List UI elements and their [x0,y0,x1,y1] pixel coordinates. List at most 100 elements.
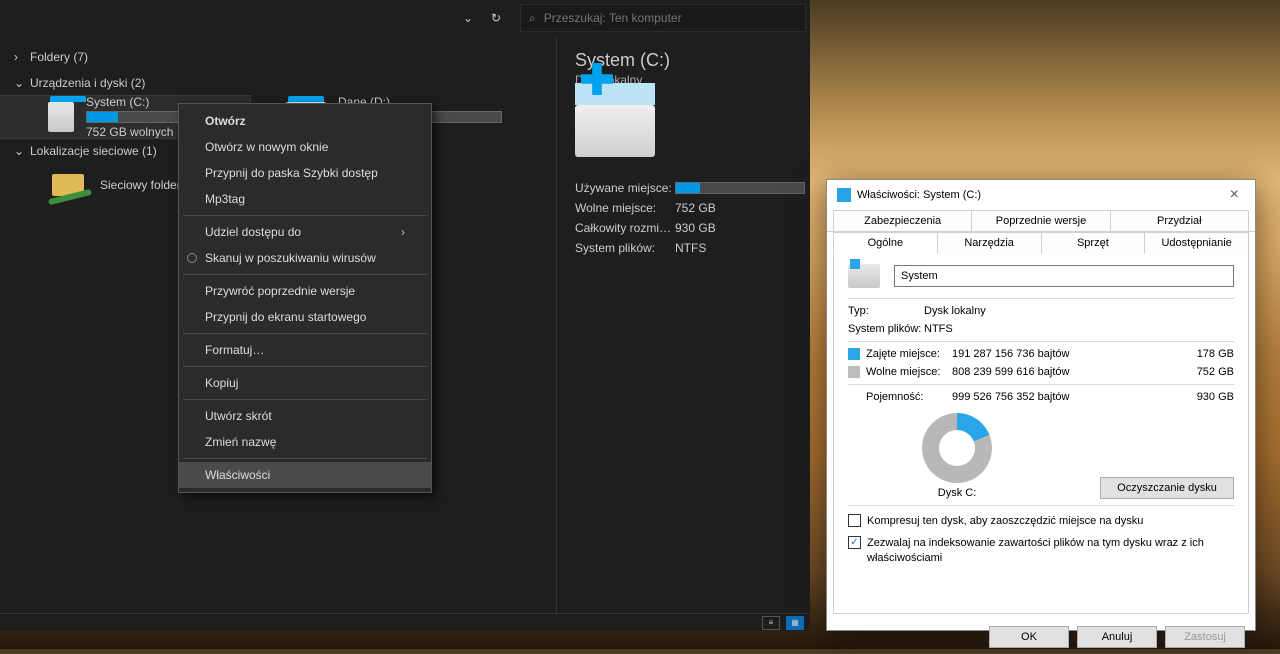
capacity-gb: 930 GB [1174,391,1234,403]
tab-quota[interactable]: Przydział [1110,210,1249,231]
separator [848,384,1234,385]
compress-label: Kompresuj ten dysk, aby zaoszczędzić mie… [867,514,1143,528]
type-label: Typ: [848,305,924,317]
preview-drive-icon [575,105,655,157]
apply-button[interactable]: Zastosuj [1165,626,1245,648]
drive-info: Sieciowy folder [100,178,181,192]
view-details-button[interactable]: ≡ [762,616,780,630]
index-checkbox[interactable]: ✓ Zezwalaj na indeksowanie zawartości pl… [848,536,1234,565]
ctx-create-shortcut[interactable]: Utwórz skrót [179,403,431,429]
free-bytes: 808 239 599 616 bajtów [952,366,1174,378]
stat-fs-label: System plików: [575,241,675,255]
ctx-separator [183,274,427,275]
index-label: Zezwalaj na indeksowanie zawartości plik… [867,536,1234,565]
drive-name-input[interactable] [894,265,1234,287]
tab-previous-versions[interactable]: Poprzednie wersje [971,210,1110,231]
chevron-right-icon: › [14,50,24,64]
ctx-format[interactable]: Formatuj… [179,337,431,363]
tab-security[interactable]: Zabezpieczenia [833,210,972,231]
stat-total-label: Całkowity rozmi… [575,221,675,235]
free-swatch [848,366,860,378]
disk-cleanup-button[interactable]: Oczyszczanie dysku [1100,477,1234,499]
compress-checkbox[interactable]: Kompresuj ten dysk, aby zaoszczędzić mie… [848,514,1234,528]
tab-row-bottom: Ogólne Narzędzia Sprzęt Udostępnianie [827,232,1255,254]
checkbox-icon: ✓ [848,536,861,549]
stat-free-value: 752 GB [675,201,805,215]
capacity-label: Pojemność: [866,391,952,403]
ctx-properties[interactable]: Właściwości [179,462,431,488]
address-bar[interactable]: ⌄ ↻ [4,4,514,32]
statusbar: ≡ ▦ [0,613,810,631]
stat-free-label: Wolne miejsce: [575,201,675,215]
tab-sharing[interactable]: Udostępnianie [1144,232,1249,254]
ok-button[interactable]: OK [989,626,1069,648]
tab-hardware[interactable]: Sprzęt [1041,232,1146,254]
free-gb: 752 GB [1174,366,1234,378]
group-label: Urządzenia i dyski (2) [30,76,145,90]
ctx-restore-versions[interactable]: Przywróć poprzednie wersje [179,278,431,304]
donut-row: Dysk C: Oczyszczanie dysku [848,413,1234,499]
ctx-separator [183,458,427,459]
chevron-right-icon: › [401,225,405,239]
capacity-row: Pojemność: 999 526 756 352 bajtów 930 GB [848,391,1234,403]
context-menu: Otwórz Otwórz w nowym oknie Przypnij do … [178,103,432,493]
separator [848,341,1234,342]
history-dropdown-icon[interactable]: ⌄ [456,6,480,30]
close-icon[interactable]: × [1224,186,1245,204]
ctx-separator [183,333,427,334]
fs-label: System plików: [848,323,924,335]
used-swatch [848,348,860,360]
stat-used-label: Używane miejsce: [575,181,675,195]
type-value: Dysk lokalny [924,305,1234,317]
used-gb: 178 GB [1174,348,1234,360]
capacity-bytes: 999 526 756 352 bajtów [952,391,1174,403]
group-folders[interactable]: › Foldery (7) [0,44,556,70]
fs-value: NTFS [924,323,1234,335]
free-label: Wolne miejsce: [866,366,952,378]
stat-fs-value: NTFS [675,241,805,255]
stat-total-value: 930 GB [675,221,805,235]
tab-general[interactable]: Ogólne [833,232,938,254]
stat-used-bar [675,182,805,194]
tab-row-top: Zabezpieczenia Poprzednie wersje Przydzi… [827,210,1255,232]
ctx-separator [183,399,427,400]
tab-tools[interactable]: Narzędzia [937,232,1042,254]
group-label: Foldery (7) [30,50,88,64]
ctx-open-new-window[interactable]: Otwórz w nowym oknie [179,134,431,160]
refresh-icon[interactable]: ↻ [484,6,508,30]
separator [848,505,1234,506]
ctx-pin-start[interactable]: Przypnij do ekranu startowego [179,304,431,330]
search-icon: ⌕ [529,11,536,26]
ctx-separator [183,215,427,216]
network-folder-name: Sieciowy folder [100,178,181,192]
used-label: Zajęte miejsce: [866,348,952,360]
dialog-titlebar[interactable]: Właściwości: System (C:) × [827,180,1255,210]
properties-dialog: Właściwości: System (C:) × Zabezpieczeni… [826,179,1256,631]
chevron-down-icon: ⌄ [14,76,24,90]
used-bytes: 191 287 156 736 bajtów [952,348,1174,360]
explorer-top-bar: ⌄ ↻ ⌕ [0,0,810,36]
cancel-button[interactable]: Anuluj [1077,626,1157,648]
drive-icon [848,264,880,288]
checkbox-icon [848,514,861,527]
ctx-rename[interactable]: Zmień nazwę [179,429,431,455]
name-row [848,264,1234,288]
view-tiles-button[interactable]: ▦ [786,616,804,630]
group-devices[interactable]: ⌄ Urządzenia i dyski (2) [0,70,556,96]
usage-donut [922,413,992,483]
ctx-pin-quick-access[interactable]: Przypnij do paska Szybki dostęp [179,160,431,186]
search-box[interactable]: ⌕ [520,4,806,32]
ctx-open[interactable]: Otwórz [179,108,431,134]
preview-pane: System (C:) Dysk lokalny Używane miejsce… [556,36,823,613]
ctx-scan-virus[interactable]: Skanuj w poszukiwaniu wirusów [179,245,431,271]
preview-title: System (C:) [575,50,805,71]
drive-icon [48,102,74,132]
donut-label: Dysk C: [848,487,1066,499]
ctx-mp3tag[interactable]: Mp3tag [179,186,431,212]
ctx-separator [183,366,427,367]
ctx-copy[interactable]: Kopiuj [179,370,431,396]
group-label: Lokalizacje sieciowe (1) [30,144,157,158]
ctx-share[interactable]: Udziel dostępu do› [179,219,431,245]
type-filesystem: Typ: Dysk lokalny System plików: NTFS [848,305,1234,335]
search-input[interactable] [544,11,797,25]
